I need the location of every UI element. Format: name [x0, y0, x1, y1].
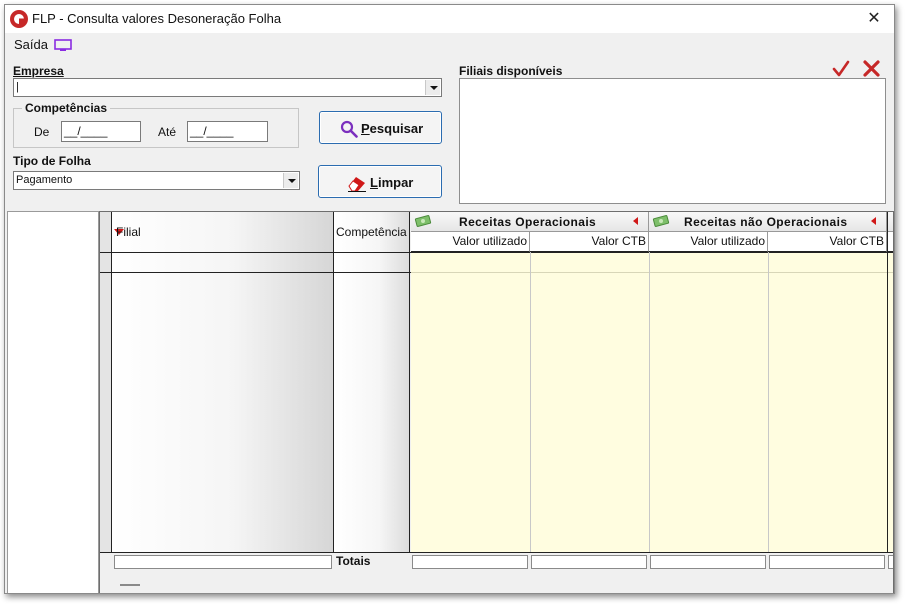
limpar-label: Limpar — [370, 175, 414, 190]
tipo-folha-value: Pagamento — [16, 174, 73, 186]
first-row-line — [100, 272, 411, 273]
group-header-partial[interactable] — [887, 212, 893, 232]
title-bar: FLP - Consulta valores Desoneração Folha… — [5, 5, 894, 33]
menu-item-saida[interactable]: Saída — [14, 37, 48, 52]
horizontal-scrollbar[interactable] — [120, 584, 140, 586]
total-cell — [650, 555, 766, 569]
total-cell — [412, 555, 528, 569]
total-cell — [769, 555, 885, 569]
app-window: FLP - Consulta valores Desoneração Folha… — [4, 4, 895, 594]
sub-header-partial[interactable] — [887, 232, 893, 252]
group-label: Receitas Operacionais — [459, 215, 597, 229]
check-icon[interactable] — [832, 60, 850, 78]
sub-header-valor-utilizado[interactable]: Valor utilizado — [411, 232, 530, 252]
search-icon — [340, 120, 358, 138]
row-indicator-column — [100, 212, 112, 570]
sub-header-valor-ctb[interactable]: Valor CTB — [530, 232, 649, 252]
column-competencia: Competência — [334, 212, 410, 552]
sub-header-valor-ctb[interactable]: Valor CTB — [768, 232, 887, 252]
empresa-select[interactable]: | — [13, 78, 442, 97]
totals-row: Totais — [100, 552, 893, 570]
total-cell — [888, 555, 893, 569]
grid-line — [768, 252, 769, 552]
competencias-title: Competências — [22, 101, 111, 115]
competencia-ate-input[interactable]: __/____ — [187, 121, 268, 142]
total-cell — [531, 555, 647, 569]
money-icon — [652, 215, 670, 227]
monitor-icon[interactable] — [54, 39, 72, 52]
column-header-filial[interactable]: Filial — [116, 225, 141, 239]
de-label: De — [34, 125, 50, 139]
total-cell-filial — [114, 555, 332, 569]
empresa-select-value: | — [16, 81, 19, 93]
tipo-folha-label: Tipo de Folha — [13, 154, 91, 168]
chevron-down-icon[interactable] — [425, 80, 440, 95]
grid-line — [649, 252, 650, 552]
first-row-line-values — [411, 272, 893, 273]
filiais-list[interactable] — [459, 78, 886, 204]
left-pane — [7, 211, 99, 593]
empresa-label: Empresa — [13, 64, 64, 78]
limpar-button[interactable]: Limpar — [318, 165, 442, 198]
close-icon[interactable]: ✕ — [862, 9, 886, 29]
ate-label: Até — [158, 125, 177, 139]
menu-bar: Saída — [5, 33, 894, 57]
group-label: Receitas não Operacionais — [684, 215, 848, 229]
grid-line — [530, 252, 531, 552]
close-icon[interactable] — [863, 60, 880, 77]
tipo-folha-select[interactable]: Pagamento — [13, 171, 300, 190]
grid-line — [887, 212, 888, 552]
column-header-competencia[interactable]: Competência — [336, 225, 407, 239]
pesquisar-label: Pesquisar — [361, 121, 424, 136]
collapse-arrow-icon[interactable] — [871, 217, 876, 225]
values-area — [411, 252, 893, 552]
money-icon — [414, 215, 432, 227]
collapse-arrow-icon[interactable] — [633, 217, 638, 225]
header-bottom-line — [100, 252, 893, 253]
window-title: FLP - Consulta valores Desoneração Folha — [32, 11, 282, 26]
column-filial: Filial — [112, 212, 334, 552]
competencia-de-input[interactable]: __/____ — [61, 121, 141, 142]
pesquisar-button[interactable]: Pesquisar — [319, 111, 442, 144]
app-logo-icon — [10, 10, 28, 28]
group-header-receitas-operacionais[interactable]: Receitas Operacionais — [411, 212, 649, 232]
data-grid[interactable]: Filial Competência Receitas Operacionais… — [99, 211, 894, 593]
eraser-icon — [348, 177, 366, 192]
chevron-down-icon[interactable] — [283, 173, 298, 188]
group-header-receitas-nao-operacionais[interactable]: Receitas não Operacionais — [649, 212, 887, 232]
filiais-label: Filiais disponíveis — [459, 64, 563, 78]
totals-label: Totais — [336, 554, 371, 568]
sub-header-valor-utilizado[interactable]: Valor utilizado — [649, 232, 768, 252]
